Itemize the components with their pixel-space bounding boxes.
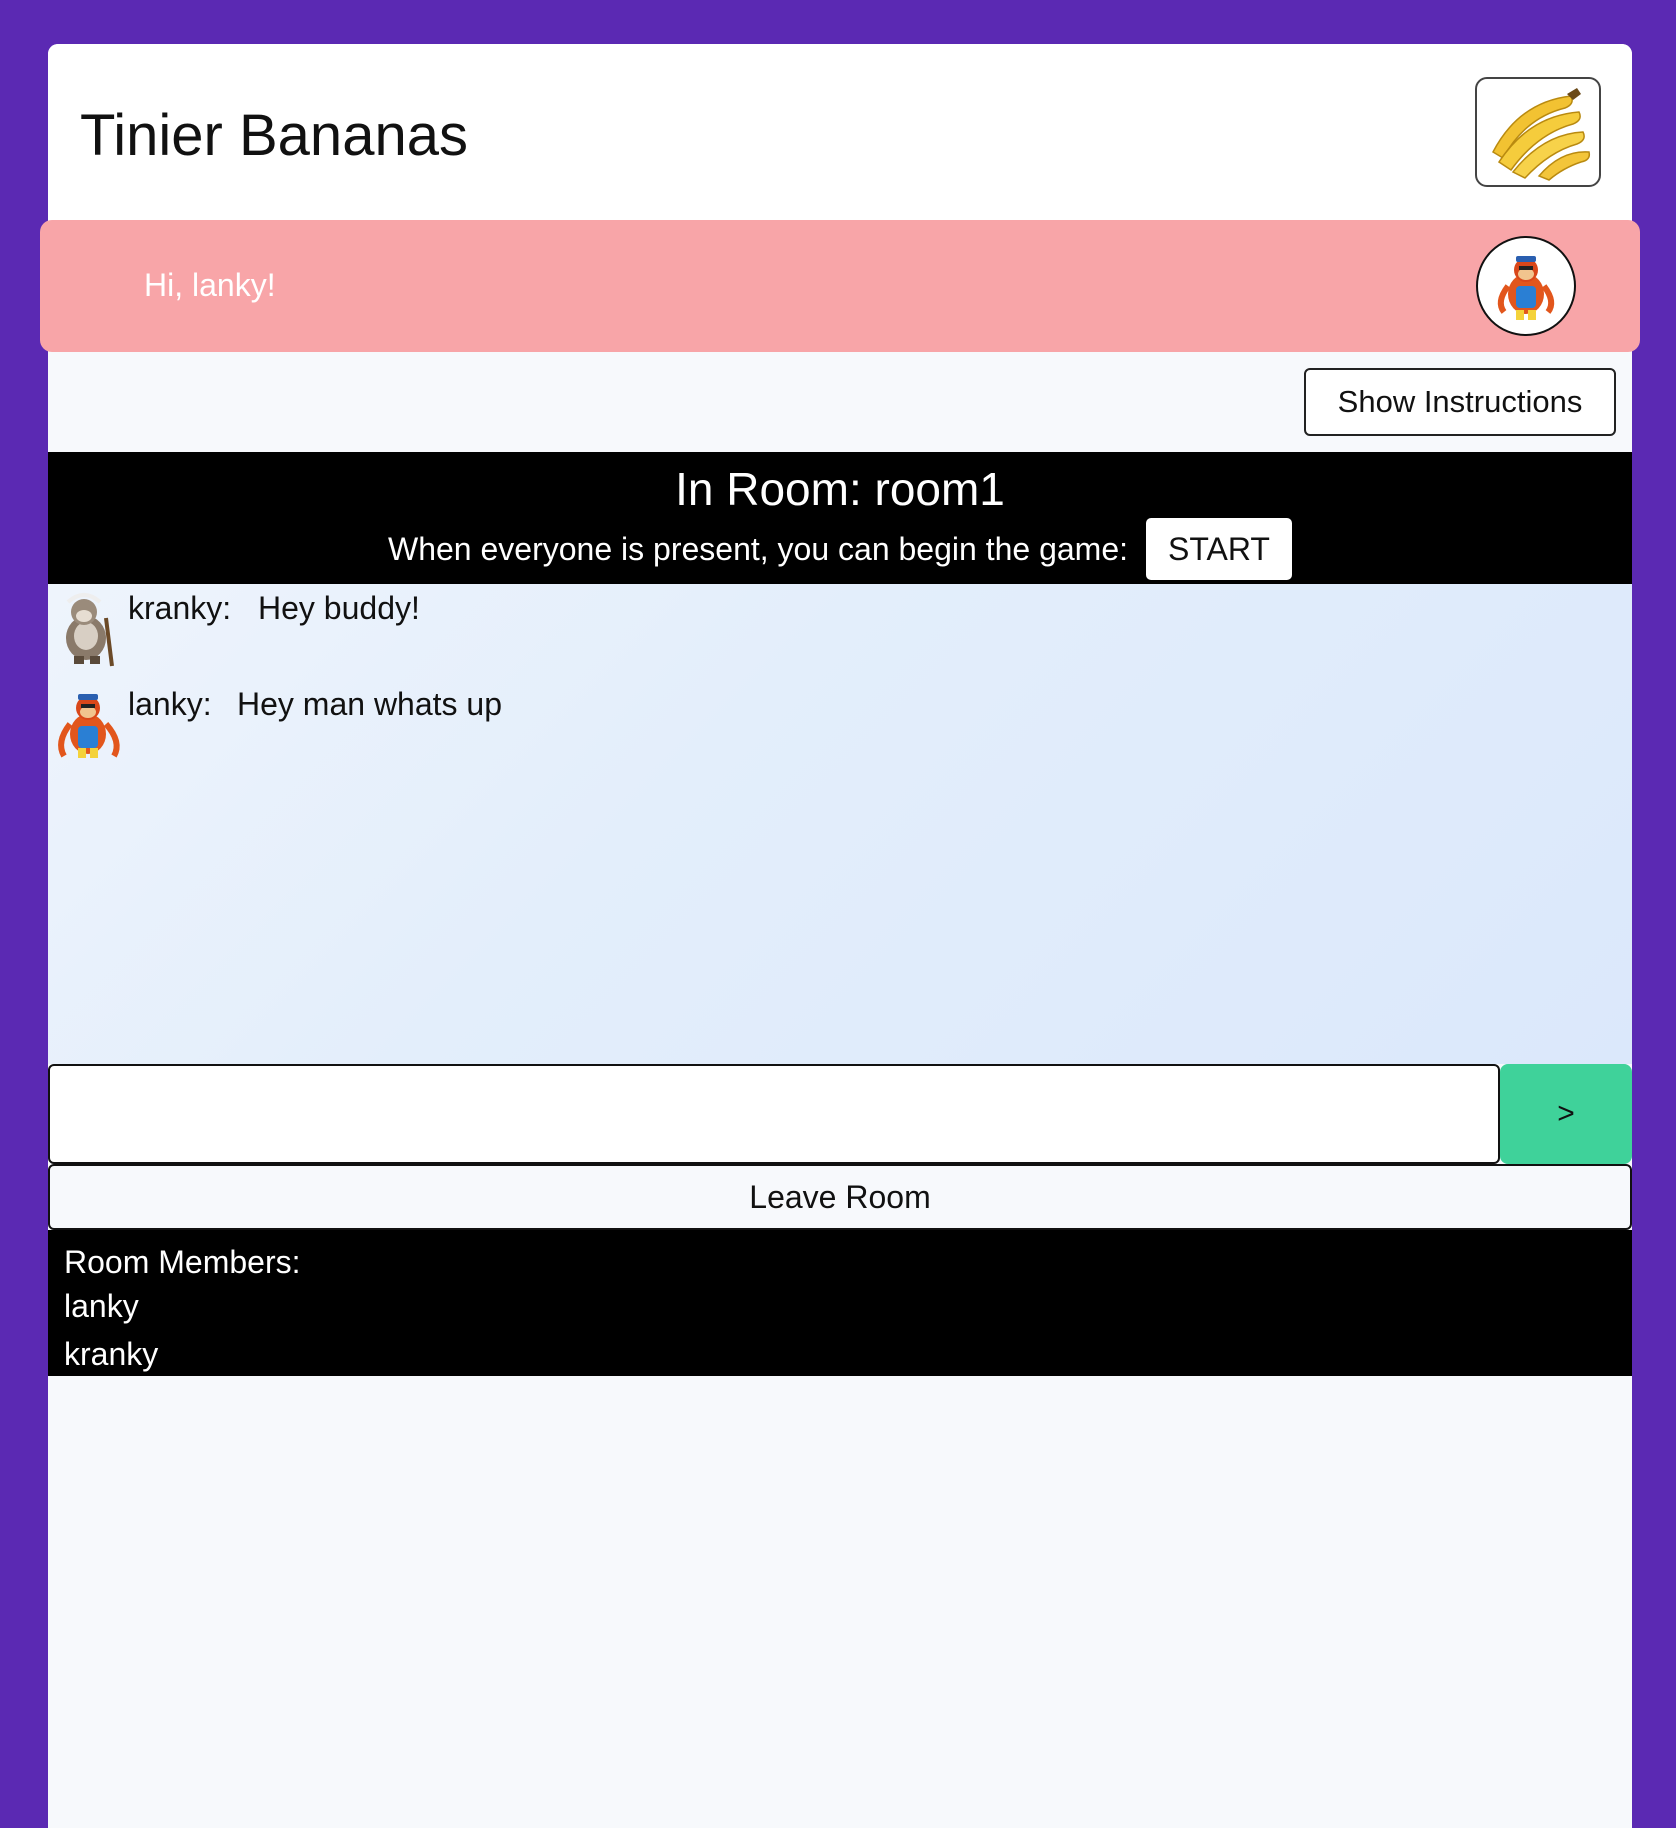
banana-logo-button[interactable] — [1475, 77, 1601, 187]
message-text: Hey man whats up — [237, 686, 503, 722]
main-card: Tinier Bananas Hi, lanky! Show Instructi… — [40, 44, 1640, 1828]
greeting-bar: Hi, lanky! — [40, 220, 1640, 352]
message-username: kranky: — [128, 590, 232, 626]
message-username: lanky: — [128, 686, 212, 722]
begin-row: When everyone is present, you can begin … — [48, 518, 1632, 580]
cranky-kong-avatar-icon — [66, 593, 114, 667]
room-members-panel: Room Members: lanky kranky — [48, 1230, 1632, 1376]
begin-prompt: When everyone is present, you can begin … — [388, 530, 1128, 567]
app-header: Tinier Bananas — [48, 44, 1632, 220]
app-title: Tinier Bananas — [80, 103, 468, 168]
room-title: In Room: room1 — [675, 463, 1005, 515]
user-avatar[interactable] — [1476, 236, 1576, 336]
room-members-heading: Room Members: — [64, 1244, 301, 1280]
room-header: In Room: room1 When everyone is present,… — [48, 452, 1632, 584]
chat-message-input[interactable] — [48, 1064, 1500, 1164]
chat-message: kranky: Hey buddy! — [48, 584, 948, 670]
room-member: kranky — [64, 1336, 159, 1372]
send-button[interactable]: > — [1500, 1064, 1632, 1164]
lanky-kong-avatar-icon — [58, 694, 120, 758]
message-text: Hey buddy! — [258, 590, 420, 626]
lanky-kong-avatar-icon — [1497, 256, 1555, 320]
chat-messages: kranky: Hey buddy! lanky: Hey man whats … — [48, 584, 1632, 1064]
start-button[interactable]: START — [1146, 518, 1292, 580]
leave-room-button[interactable]: Leave Room — [48, 1164, 1632, 1230]
show-instructions-button[interactable]: Show Instructions — [1304, 368, 1616, 436]
room-member: lanky — [64, 1288, 139, 1324]
banana-bunch-icon — [1492, 88, 1591, 181]
greeting-text: Hi, lanky! — [144, 267, 276, 303]
chat-message: lanky: Hey man whats up — [48, 680, 948, 766]
